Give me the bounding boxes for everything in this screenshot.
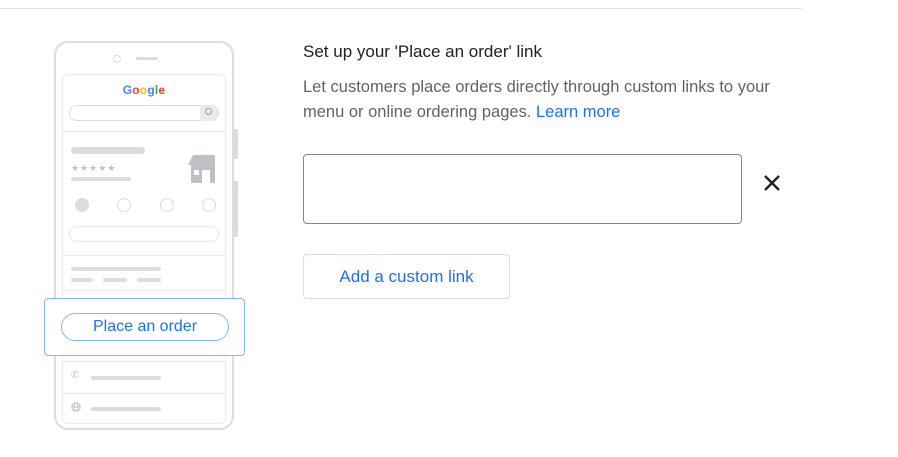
camera-icon (113, 55, 121, 63)
placeholder-bar (103, 278, 127, 282)
mock-search-bar (69, 105, 219, 121)
placeholder-bar (91, 376, 161, 380)
phone-illustration: Google ★★★★★ ✆ (54, 41, 238, 430)
placeholder-bar (71, 177, 131, 181)
action-dot (117, 198, 131, 212)
store-icon (188, 155, 215, 183)
order-link-input[interactable] (303, 154, 742, 224)
action-dot (160, 198, 174, 212)
divider (63, 361, 225, 362)
placeholder-bar (71, 267, 161, 271)
divider (63, 131, 225, 132)
close-icon (764, 175, 780, 191)
phone-speaker (136, 57, 158, 60)
action-dot (202, 198, 216, 212)
panel-description: Let customers place orders directly thro… (303, 75, 793, 125)
action-dot (75, 198, 89, 212)
top-divider (0, 8, 802, 9)
phone-screen: Google ★★★★★ ✆ (62, 74, 226, 424)
phone-side-button (234, 129, 238, 159)
placeholder-bar (71, 147, 145, 154)
place-an-order-callout: Place an order (44, 298, 245, 356)
divider (63, 393, 225, 394)
add-custom-link-button[interactable]: Add a custom link (303, 254, 510, 299)
place-an-order-button: Place an order (61, 313, 229, 341)
search-icon (200, 105, 218, 121)
rating-stars: ★★★★★ (71, 163, 117, 173)
placeholder-pill (69, 226, 219, 242)
phone-side-button (234, 181, 238, 237)
placeholder-bar (137, 278, 161, 282)
divider (63, 290, 225, 291)
learn-more-link[interactable]: Learn more (536, 103, 620, 121)
placeholder-bar (91, 407, 161, 411)
google-logo: Google (122, 83, 166, 97)
placeholder-bar (71, 278, 93, 282)
panel-title: Set up your 'Place an order' link (303, 42, 542, 61)
divider (63, 255, 225, 256)
phone-icon: ✆ (71, 370, 80, 381)
remove-link-button[interactable] (757, 168, 787, 198)
globe-icon (71, 402, 81, 412)
